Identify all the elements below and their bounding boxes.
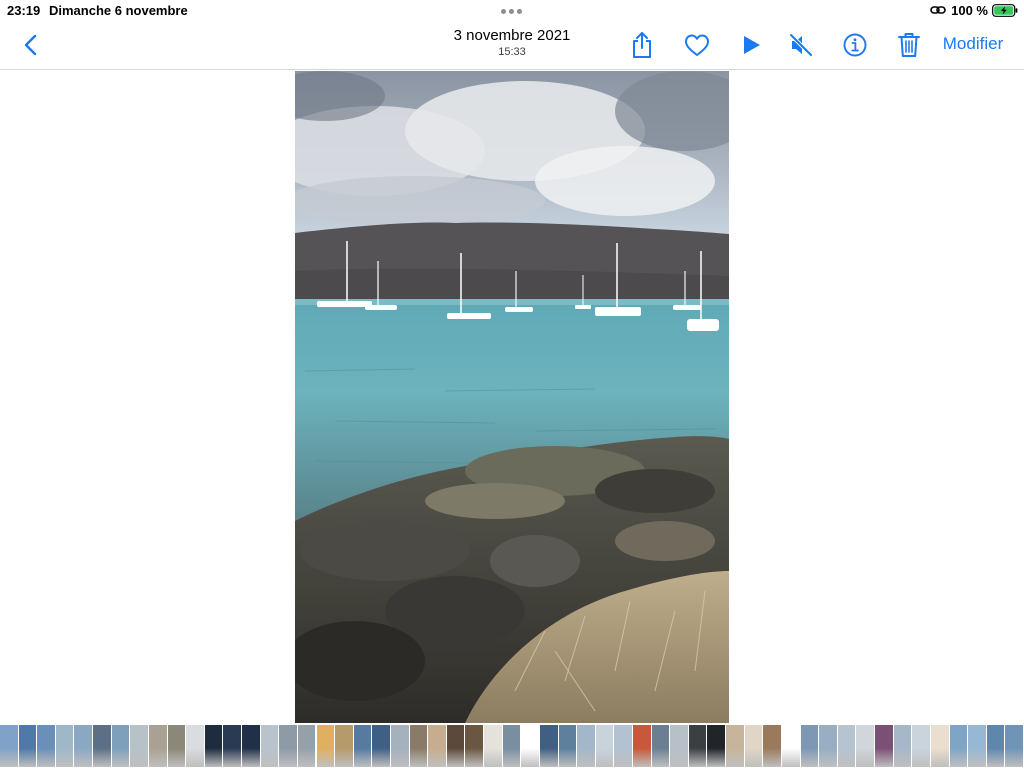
battery-charging-icon (992, 3, 1018, 17)
thumbnail[interactable] (595, 725, 614, 767)
thumbnail[interactable] (614, 725, 632, 767)
thumbnail[interactable] (279, 725, 297, 767)
trash-icon (898, 33, 920, 57)
status-indicators: 100 % (930, 2, 1018, 18)
thumbnail[interactable] (707, 725, 726, 767)
bay-photo (295, 71, 729, 723)
edit-button[interactable]: Modifier (936, 34, 1010, 56)
thumbnail[interactable] (633, 725, 651, 767)
share-icon (633, 32, 651, 58)
thumbnail[interactable] (558, 725, 577, 767)
heart-icon (685, 34, 709, 56)
thumbnail[interactable] (18, 725, 37, 767)
thumbnail[interactable] (744, 725, 763, 767)
thumbnail[interactable] (1005, 725, 1023, 767)
thumbnail[interactable] (148, 725, 167, 767)
multitasking-dots-icon[interactable] (501, 9, 523, 14)
thumbnail[interactable] (688, 725, 707, 767)
photo-date: 3 novembre 2021 (453, 27, 571, 44)
thumbnail[interactable] (800, 725, 819, 767)
thumbnail[interactable] (819, 725, 837, 767)
thumbnail[interactable] (968, 725, 986, 767)
thumbnail[interactable] (37, 725, 55, 767)
thumbnail[interactable] (763, 725, 781, 767)
info-icon (843, 33, 867, 57)
share-button[interactable] (628, 30, 656, 60)
thumbnail[interactable] (372, 725, 390, 767)
thumbnail[interactable] (912, 725, 930, 767)
thumbnail[interactable] (502, 725, 521, 767)
link-icon (930, 6, 946, 14)
thumbnail[interactable] (930, 725, 949, 767)
thumbnail[interactable] (521, 725, 539, 767)
thumbnail[interactable] (726, 725, 744, 767)
photo-toolbar: 3 novembre 2021 15:33 Modifier (0, 20, 1024, 70)
thumbnail[interactable] (167, 725, 186, 767)
thumbnail[interactable] (93, 725, 111, 767)
thumbnail[interactable] (130, 725, 148, 767)
thumbnail[interactable] (297, 725, 316, 767)
play-icon (744, 36, 760, 54)
favorite-button[interactable] (683, 32, 711, 58)
thumbnail-strip[interactable] (0, 724, 1024, 768)
thumbnail[interactable] (893, 725, 912, 767)
status-bar: 23:19 Dimanche 6 novembre 100 % (0, 0, 1024, 20)
photo-time: 15:33 (498, 46, 526, 58)
thumbnail[interactable] (986, 725, 1005, 767)
thumbnail[interactable] (0, 725, 18, 767)
thumbnail[interactable] (204, 725, 223, 767)
thumbnail[interactable] (837, 725, 856, 767)
back-button[interactable] (18, 32, 44, 58)
thumbnail[interactable] (465, 725, 484, 767)
play-button[interactable] (737, 32, 765, 58)
chevron-left-icon (24, 34, 37, 56)
thumbnail[interactable] (428, 725, 446, 767)
thumbnail[interactable] (856, 725, 875, 767)
thumbnail[interactable] (260, 725, 279, 767)
thumbnail[interactable] (242, 725, 260, 767)
thumbnail[interactable] (186, 725, 204, 767)
thumbnail[interactable] (390, 725, 409, 767)
thumbnail[interactable] (335, 725, 353, 767)
thumbnail[interactable] (111, 725, 130, 767)
status-time: 23:19 (7, 3, 41, 18)
photo-title: 3 novembre 2021 15:33 (412, 27, 612, 59)
thumbnail[interactable] (670, 725, 688, 767)
photo-viewer[interactable] (295, 71, 729, 723)
thumbnail[interactable] (446, 725, 465, 767)
thumbnail[interactable] (577, 725, 595, 767)
thumbnail[interactable] (409, 725, 428, 767)
thumbnail[interactable] (484, 725, 502, 767)
thumbnail[interactable] (74, 725, 93, 767)
thumbnail[interactable] (316, 725, 335, 767)
thumbnail[interactable] (949, 725, 968, 767)
thumbnail[interactable] (223, 725, 242, 767)
battery-percent: 100 % (951, 2, 988, 18)
thumbnail[interactable] (539, 725, 558, 767)
thumbnail[interactable] (55, 725, 74, 767)
thumbnail[interactable] (651, 725, 670, 767)
thumbnail[interactable] (353, 725, 372, 767)
info-button[interactable] (840, 31, 870, 59)
thumbnail[interactable] (781, 725, 800, 767)
speaker-muted-icon (789, 33, 813, 57)
delete-button[interactable] (895, 30, 923, 60)
mute-button[interactable] (787, 31, 815, 59)
thumbnail[interactable] (875, 725, 893, 767)
status-date: Dimanche 6 novembre (49, 3, 188, 18)
